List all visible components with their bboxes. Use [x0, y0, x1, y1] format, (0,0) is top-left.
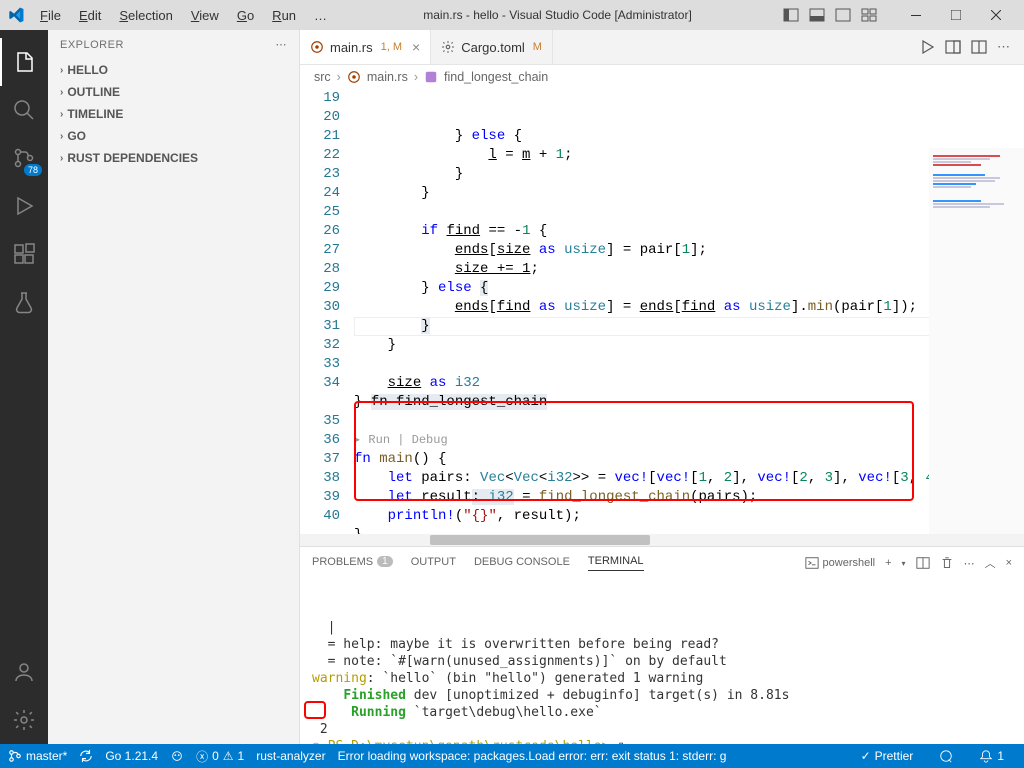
line-gutter: 1920212223242526272829303132333435363738…	[300, 89, 354, 534]
terminal-shell-selector[interactable]: powershell	[805, 556, 876, 570]
sidebar-section-outline[interactable]: ›OUTLINE	[48, 81, 299, 103]
breadcrumb[interactable]: src› main.rs› find_longest_chain	[300, 65, 1024, 89]
menu-run[interactable]: Run	[264, 4, 304, 27]
activity-bar: 78	[0, 30, 48, 744]
bottom-panel: PROBLEMS1 OUTPUT DEBUG CONSOLE TERMINAL …	[300, 546, 1024, 744]
breadcrumb-item[interactable]: find_longest_chain	[444, 70, 548, 84]
tab-cargo-toml[interactable]: Cargo.toml M	[431, 30, 553, 64]
chevron-up-icon[interactable]: ︿	[985, 555, 996, 571]
title-bar: File Edit Selection View Go Run … main.r…	[0, 0, 1024, 30]
tab-label: Cargo.toml	[461, 40, 525, 55]
split-icon[interactable]	[945, 39, 961, 55]
terminal-dropdown-icon[interactable]: ▾	[902, 559, 906, 568]
rust-file-icon	[310, 40, 324, 54]
status-rust-analyzer[interactable]: rust-analyzer	[256, 749, 325, 763]
problems-badge: 1	[377, 556, 393, 567]
panel-tab-output[interactable]: OUTPUT	[411, 556, 456, 571]
close-panel-icon[interactable]: ×	[1006, 557, 1012, 569]
panel-tab-problems[interactable]: PROBLEMS1	[312, 556, 393, 571]
close-button[interactable]	[976, 0, 1016, 30]
menu-file[interactable]: File	[32, 4, 69, 27]
menu-selection[interactable]: Selection	[111, 4, 180, 27]
status-prettier[interactable]: ✓Prettier	[861, 749, 914, 763]
explorer-icon[interactable]	[0, 38, 48, 86]
function-icon	[424, 70, 438, 84]
tab-modified-badge: 1, M	[381, 41, 402, 53]
panel-left-icon[interactable]	[780, 4, 802, 26]
code-editor[interactable]: 1920212223242526272829303132333435363738…	[300, 89, 1024, 534]
panel-right-icon[interactable]	[832, 4, 854, 26]
status-go-version[interactable]: Go 1.21.4	[105, 749, 158, 763]
sidebar-section-rust-deps[interactable]: ›RUST DEPENDENCIES	[48, 147, 299, 169]
trash-icon[interactable]	[940, 556, 954, 570]
vscode-logo-icon	[8, 7, 24, 23]
test-icon[interactable]	[0, 278, 48, 326]
panel-bottom-icon[interactable]	[806, 4, 828, 26]
breadcrumb-item[interactable]: main.rs	[367, 70, 408, 84]
sidebar-section-go[interactable]: ›GO	[48, 125, 299, 147]
window-controls	[896, 0, 1016, 30]
tab-main-rs[interactable]: main.rs 1, M ×	[300, 30, 431, 64]
menu-more[interactable]: …	[306, 4, 335, 27]
status-go-icon[interactable]	[170, 749, 184, 763]
status-error-msg[interactable]: Error loading workspace: packages.Load e…	[338, 749, 849, 763]
panel-tab-terminal[interactable]: TERMINAL	[588, 555, 644, 571]
editor-area: main.rs 1, M × Cargo.toml M ⋯ src› main.…	[300, 30, 1024, 744]
gear-icon	[441, 40, 455, 54]
explorer-sidebar: EXPLORER ⋯ ›HELLO ›OUTLINE ›TIMELINE ›GO…	[48, 30, 300, 744]
settings-gear-icon[interactable]	[0, 696, 48, 744]
tab-modified-badge: M	[533, 41, 542, 53]
panel-tab-debug-console[interactable]: DEBUG CONSOLE	[474, 556, 570, 571]
menu-view[interactable]: View	[183, 4, 227, 27]
status-bar: master* Go 1.21.4 ⓧ0 ⚠1 rust-analyzer Er…	[0, 744, 1024, 768]
horizontal-scrollbar[interactable]	[300, 534, 1024, 546]
run-icon[interactable]	[919, 39, 935, 55]
scrollbar-thumb[interactable]	[430, 535, 650, 545]
menu-edit[interactable]: Edit	[71, 4, 109, 27]
tab-label: main.rs	[330, 40, 373, 55]
menu-go[interactable]: Go	[229, 4, 262, 27]
highlight-box-main	[354, 401, 914, 501]
explorer-more-icon[interactable]: ⋯	[276, 38, 288, 51]
rust-file-icon	[347, 70, 361, 84]
layout-grid-icon[interactable]	[858, 4, 880, 26]
search-icon[interactable]	[0, 86, 48, 134]
extensions-icon[interactable]	[0, 230, 48, 278]
account-icon[interactable]	[0, 648, 48, 696]
split-terminal-icon[interactable]	[916, 556, 930, 570]
sidebar-section-hello[interactable]: ›HELLO	[48, 59, 299, 81]
sidebar-section-timeline[interactable]: ›TIMELINE	[48, 103, 299, 125]
window-title: main.rs - hello - Visual Studio Code [Ad…	[335, 8, 780, 22]
terminal-output[interactable]: | = help: maybe it is overwritten before…	[300, 579, 1024, 744]
close-icon[interactable]: ×	[412, 39, 420, 55]
explorer-title: EXPLORER	[60, 39, 124, 51]
status-problems[interactable]: ⓧ0 ⚠1	[196, 748, 244, 765]
maximize-button[interactable]	[936, 0, 976, 30]
run-debug-icon[interactable]	[0, 182, 48, 230]
new-terminal-icon[interactable]: +	[885, 557, 891, 569]
source-control-icon[interactable]: 78	[0, 134, 48, 182]
status-feedback-icon[interactable]	[939, 749, 953, 763]
minimize-button[interactable]	[896, 0, 936, 30]
code-content[interactable]: } else { l = m + 1; } } if find == -1 { …	[354, 89, 1024, 534]
status-branch[interactable]: master*	[8, 749, 67, 763]
more-icon[interactable]: ⋯	[964, 557, 975, 570]
more-icon[interactable]: ⋯	[997, 39, 1010, 55]
minimap[interactable]	[929, 148, 1024, 534]
menu-bar: File Edit Selection View Go Run …	[32, 4, 335, 27]
split-right-icon[interactable]	[971, 39, 987, 55]
editor-tabs: main.rs 1, M × Cargo.toml M ⋯	[300, 30, 1024, 65]
layout-controls	[780, 4, 880, 26]
status-bell-icon[interactable]: 1	[979, 749, 1004, 763]
breadcrumb-item[interactable]: src	[314, 70, 331, 84]
scm-badge: 78	[24, 164, 42, 176]
status-sync[interactable]	[79, 749, 93, 763]
panel-tabs: PROBLEMS1 OUTPUT DEBUG CONSOLE TERMINAL …	[300, 547, 1024, 579]
highlight-box-output	[304, 701, 326, 719]
